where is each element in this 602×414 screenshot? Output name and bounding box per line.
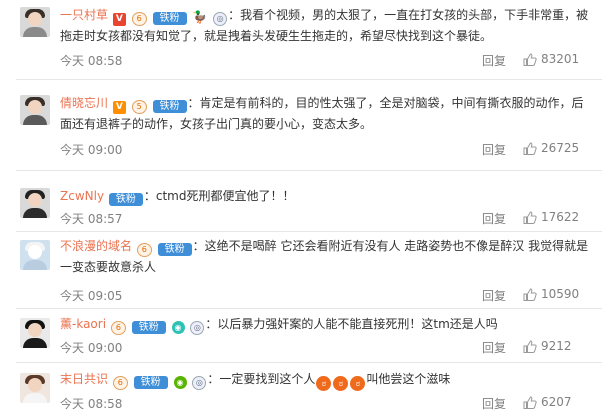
comment-body: ：肯定是有前科的，目的性太强了，全是对脑袋，中间有撕衣服的动作，后 xyxy=(187,96,584,110)
comment-body: ：以后暴力强奸案的人能不能直接死刑！这tm还是人吗 xyxy=(205,317,498,331)
reply-button[interactable]: 回复 xyxy=(482,339,506,356)
comment-body-line2: 一变态要故意杀人 xyxy=(60,260,157,274)
thumbs-up-icon xyxy=(523,288,537,301)
vip-icon: V xyxy=(112,101,126,114)
level-icon: 6 xyxy=(110,321,126,335)
angry-emoji-icon: ಠ xyxy=(333,376,349,391)
comment-body-line2: 面还有退裤子的动作，女孩子出门真的要小心，变态太多。 xyxy=(60,117,373,131)
reply-button[interactable]: 回复 xyxy=(482,141,506,158)
username[interactable]: 不浪漫的域名 xyxy=(60,239,132,253)
reply-button[interactable]: 回复 xyxy=(482,287,506,304)
avatar[interactable] xyxy=(20,318,50,348)
comment-body: ：一定要找到这个人 xyxy=(207,372,316,386)
timestamp: 今天 09:05 xyxy=(60,289,123,303)
divider xyxy=(16,362,602,363)
medal-icon: ◎ xyxy=(213,12,228,26)
comment-text: 一只村草 V 6 铁粉 🦆 ◎ ：我看个视频，男的太狠了，一直在打女孩的头部，下手… xyxy=(60,5,589,46)
medal-icon: ◎ xyxy=(190,321,205,335)
member-icon: ◉ xyxy=(173,376,187,389)
comment-body: ：ctmd死刑都便宜他了！！ xyxy=(143,189,295,203)
comment-body-tail: 叫他尝这个滋味 xyxy=(366,372,451,386)
like-count: 83201 xyxy=(541,52,580,66)
thumbs-up-icon xyxy=(523,340,537,353)
comment-text: 末日共识 6 铁粉 ◉ ◎ ：一定要找到这个人 ಠ ಠ ಠ 叫他尝这个滋味 xyxy=(60,369,586,391)
divider xyxy=(16,231,602,232)
avatar[interactable] xyxy=(20,7,50,37)
comment-text: 不浪漫的域名 6 铁粉 ：这绝不是喝醉 它还会看附近有没有人 走路姿势也不像是醉汉… xyxy=(60,236,589,277)
reply-button[interactable]: 回复 xyxy=(482,395,506,412)
thumbs-up-icon xyxy=(523,211,537,224)
username[interactable]: 末日共识 xyxy=(60,372,108,386)
angry-emoji-icon: ಠ xyxy=(350,376,366,391)
timestamp: 今天 08:58 xyxy=(60,54,123,68)
fan-badge: 铁粉 xyxy=(157,243,192,256)
divider xyxy=(16,170,602,171)
comment-text: 薰-kaori 6 铁粉 ◉ ◎ ：以后暴力强奸案的人能不能直接死刑！这tm还是人… xyxy=(60,314,586,335)
level-icon: 6 xyxy=(131,12,147,26)
level-icon: 6 xyxy=(112,376,128,390)
like-count: 17622 xyxy=(541,210,580,224)
username[interactable]: ZcwNly xyxy=(60,189,104,203)
thumbs-up-icon xyxy=(523,396,537,409)
comment-text: 倩晓忘川 V 5 铁粉 ：肯定是有前科的，目的性太强了，全是对脑袋，中间有撕衣服的… xyxy=(60,93,586,134)
timestamp: 今天 09:00 xyxy=(60,143,123,157)
username[interactable]: 倩晓忘川 xyxy=(60,96,108,110)
avatar[interactable] xyxy=(20,373,50,403)
member-icon: ◉ xyxy=(171,321,185,334)
thumbs-up-icon xyxy=(523,142,537,155)
username[interactable]: 薰-kaori xyxy=(60,317,106,331)
angry-emoji-icon: ಠ xyxy=(316,376,332,391)
duck-icon: 🦆 xyxy=(192,10,208,24)
divider xyxy=(16,79,602,80)
fan-badge: 铁粉 xyxy=(152,12,187,25)
level-icon: 6 xyxy=(136,243,152,257)
divider xyxy=(16,308,602,309)
comment-body-line2: 拖走时女孩都没有知觉了，就是拽着头发硬生生拖走的，希望尽快找到这个暴徒。 xyxy=(60,29,493,43)
like-count: 26725 xyxy=(541,141,580,155)
comment-body: ：这绝不是喝醉 它还会看附近有没有人 走路姿势也不像是醉汉 我觉得就是 xyxy=(192,239,589,253)
fan-badge: 铁粉 xyxy=(108,193,143,206)
comment-text: ZcwNly 铁粉 ：ctmd死刑都便宜他了！！ xyxy=(60,186,586,206)
avatar[interactable] xyxy=(20,240,50,270)
reply-button[interactable]: 回复 xyxy=(482,210,506,227)
fan-badge: 铁粉 xyxy=(133,376,168,389)
comment-body: ：我看个视频，男的太狠了，一直在打女孩的头部，下手非常重，被 xyxy=(228,8,589,22)
username[interactable]: 一只村草 xyxy=(60,8,108,22)
like-count: 9212 xyxy=(541,339,572,353)
timestamp: 今天 09:00 xyxy=(60,341,123,355)
vip-icon: V xyxy=(112,13,126,26)
like-count: 10590 xyxy=(541,287,580,301)
reply-button[interactable]: 回复 xyxy=(482,52,506,69)
level-icon: 5 xyxy=(131,100,147,114)
timestamp: 今天 08:57 xyxy=(60,212,123,226)
timestamp: 今天 08:58 xyxy=(60,397,123,411)
avatar[interactable] xyxy=(20,188,50,218)
avatar[interactable] xyxy=(20,95,50,125)
fan-badge: 铁粉 xyxy=(131,321,166,334)
like-count: 6207 xyxy=(541,395,572,409)
fan-badge: 铁粉 xyxy=(152,100,187,113)
medal-icon: ◎ xyxy=(192,376,207,390)
thumbs-up-icon xyxy=(523,53,537,66)
